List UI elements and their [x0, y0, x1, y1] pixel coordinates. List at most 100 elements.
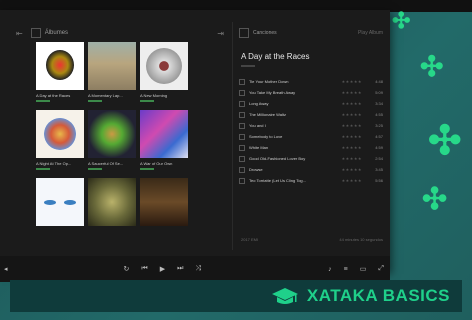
track-title: Drowse	[249, 167, 263, 172]
play-icon[interactable]: ▶	[160, 265, 165, 273]
skip-forward-icon[interactable]: ⏭	[177, 265, 183, 273]
album-artist-link[interactable]	[140, 100, 154, 102]
rating-stars[interactable]: ★★★★★	[342, 101, 362, 106]
track-checkbox[interactable]	[239, 155, 245, 162]
album-artist-link[interactable]	[88, 100, 102, 102]
album-tile[interactable]: A Night At The Op...	[36, 110, 84, 170]
volume-icon[interactable]: ♪	[328, 266, 332, 273]
album-tile[interactable]	[88, 178, 136, 229]
track-row[interactable]: Somebody to Love ★★★★★ 4:57	[233, 131, 389, 142]
album-title: A Momentary Lap...	[88, 93, 123, 98]
album-tile[interactable]: A New Morning	[140, 42, 188, 102]
album-copyright: 2017 EMI	[241, 237, 259, 242]
fullscreen-icon[interactable]: ⤢	[378, 265, 384, 273]
rating-stars[interactable]: ★★★★★	[342, 134, 362, 139]
track-duration: 4:48	[375, 79, 383, 84]
track-row[interactable]: The Millionaire Waltz ★★★★★ 4:55	[233, 109, 389, 120]
track-row[interactable]: Long Away ★★★★★ 3:34	[233, 98, 389, 109]
track-row[interactable]: You and I ★★★★★ 3:25	[233, 120, 389, 131]
album-cover	[140, 110, 188, 158]
track-duration: 3:25	[375, 123, 383, 128]
rating-stars[interactable]: ★★★★★	[342, 178, 362, 183]
album-tile[interactable]: A War of Our Own	[140, 110, 188, 170]
album-heading: A Day at the Races	[241, 52, 310, 61]
track-duration: 5:09	[375, 90, 383, 95]
rating-stars[interactable]: ★★★★★	[342, 79, 362, 84]
repeat-icon[interactable]: ↻	[124, 265, 130, 273]
track-checkbox[interactable]	[239, 111, 245, 118]
track-duration: 5:56	[375, 178, 383, 183]
album-artist-link[interactable]	[140, 168, 154, 170]
track-checkbox[interactable]	[239, 166, 245, 173]
album-cover	[140, 42, 188, 90]
album-title: A War of Our Own	[140, 161, 173, 166]
tracks-pane-title: Canciones	[253, 30, 277, 36]
albums-pane-title: Álbumes	[44, 30, 69, 36]
track-row[interactable]: Teo Torriatte (Let Us Cling Tog... ★★★★★ 5…	[233, 175, 389, 186]
track-duration: 4:55	[375, 112, 383, 117]
player-bar: ◂ ↻ ⏮ ▶ ⏭ ⤨ ♪ ≡ ▭ ⤢	[0, 256, 390, 282]
knot-icon: ✣	[428, 119, 462, 163]
rating-stars[interactable]: ★★★★★	[342, 167, 362, 172]
play-album-button[interactable]: Play Album	[358, 30, 383, 36]
album-cover	[140, 178, 188, 226]
track-row[interactable]: Drowse ★★★★★ 3:45	[233, 164, 389, 175]
rating-stars[interactable]: ★★★★★	[342, 112, 362, 117]
rating-stars[interactable]: ★★★★★	[342, 145, 362, 150]
album-tile[interactable]	[36, 178, 84, 229]
track-row[interactable]: Good Old-Fashioned Lover Boy ★★★★★ 2:54	[233, 153, 389, 164]
previous-icon[interactable]: ◂	[4, 265, 8, 273]
brand-text: XATAKA BASICS	[306, 286, 450, 305]
album-title: A Day at the Races	[36, 93, 71, 98]
album-title: A Saucerful Of Se...	[88, 161, 124, 166]
graduation-cap-icon	[271, 288, 298, 304]
skip-back-icon[interactable]: ⏮	[141, 265, 147, 273]
knot-icon: ✣	[420, 51, 444, 82]
select-all-checkbox[interactable]	[239, 28, 249, 38]
track-checkbox[interactable]	[239, 133, 245, 140]
album-title: A Night At The Op...	[36, 161, 72, 166]
album-tile[interactable]: A Momentary Lap...	[88, 42, 136, 102]
album-artist-link[interactable]	[88, 168, 102, 170]
tracks-pane: Canciones Play Album A Day at the Races …	[232, 22, 389, 250]
track-checkbox[interactable]	[239, 78, 245, 85]
track-title: You Take My Breath Away	[249, 90, 296, 95]
track-title: Long Away	[249, 101, 269, 106]
track-title: The Millionaire Waltz	[249, 112, 286, 117]
equalizer-icon[interactable]: ≡	[344, 266, 348, 273]
track-title: You and I	[249, 123, 266, 128]
select-all-checkbox[interactable]	[30, 28, 41, 38]
track-checkbox[interactable]	[239, 122, 245, 129]
album-artist-link[interactable]	[36, 100, 50, 102]
track-duration: 4:57	[375, 134, 383, 139]
album-cover	[36, 110, 84, 158]
forward-arrow-icon[interactable]: ⇥	[217, 29, 224, 38]
album-artist-link[interactable]	[36, 168, 50, 170]
album-cover	[88, 178, 136, 226]
track-checkbox[interactable]	[239, 144, 245, 151]
rating-stars[interactable]: ★★★★★	[342, 90, 362, 95]
album-cover	[88, 110, 136, 158]
track-list: Tie Your Mother Down ★★★★★ 4:48 You Take My…	[233, 76, 389, 186]
track-checkbox[interactable]	[239, 89, 245, 96]
track-title: Teo Torriatte (Let Us Cling Tog...	[249, 178, 306, 183]
miniplayer-icon[interactable]: ▭	[360, 265, 367, 273]
rating-stars[interactable]: ★★★★★	[342, 123, 362, 128]
track-row[interactable]: You Take My Breath Away ★★★★★ 5:09	[233, 87, 389, 98]
track-duration: 3:34	[375, 101, 383, 106]
album-tile[interactable]: A Saucerful Of Se...	[88, 110, 136, 170]
shuffle-icon[interactable]: ⤨	[195, 265, 201, 273]
album-artist-link[interactable]	[241, 65, 255, 67]
track-row[interactable]: Tie Your Mother Down ★★★★★ 4:48	[233, 76, 389, 87]
track-duration: 3:45	[375, 167, 383, 172]
rating-stars[interactable]: ★★★★★	[342, 156, 362, 161]
album-tile[interactable]	[140, 178, 188, 229]
back-arrow-icon[interactable]: ⇤	[16, 29, 23, 38]
music-app-window: ⇤ Álbumes ⇥ A Day at the Races A Momenta…	[0, 10, 390, 282]
album-cover	[88, 42, 136, 90]
track-row[interactable]: White Man ★★★★★ 4:59	[233, 142, 389, 153]
track-checkbox[interactable]	[239, 177, 245, 184]
album-tile[interactable]: A Day at the Races	[36, 42, 84, 102]
track-checkbox[interactable]	[239, 100, 245, 107]
brand-banner: XATAKA BASICS	[10, 280, 462, 312]
